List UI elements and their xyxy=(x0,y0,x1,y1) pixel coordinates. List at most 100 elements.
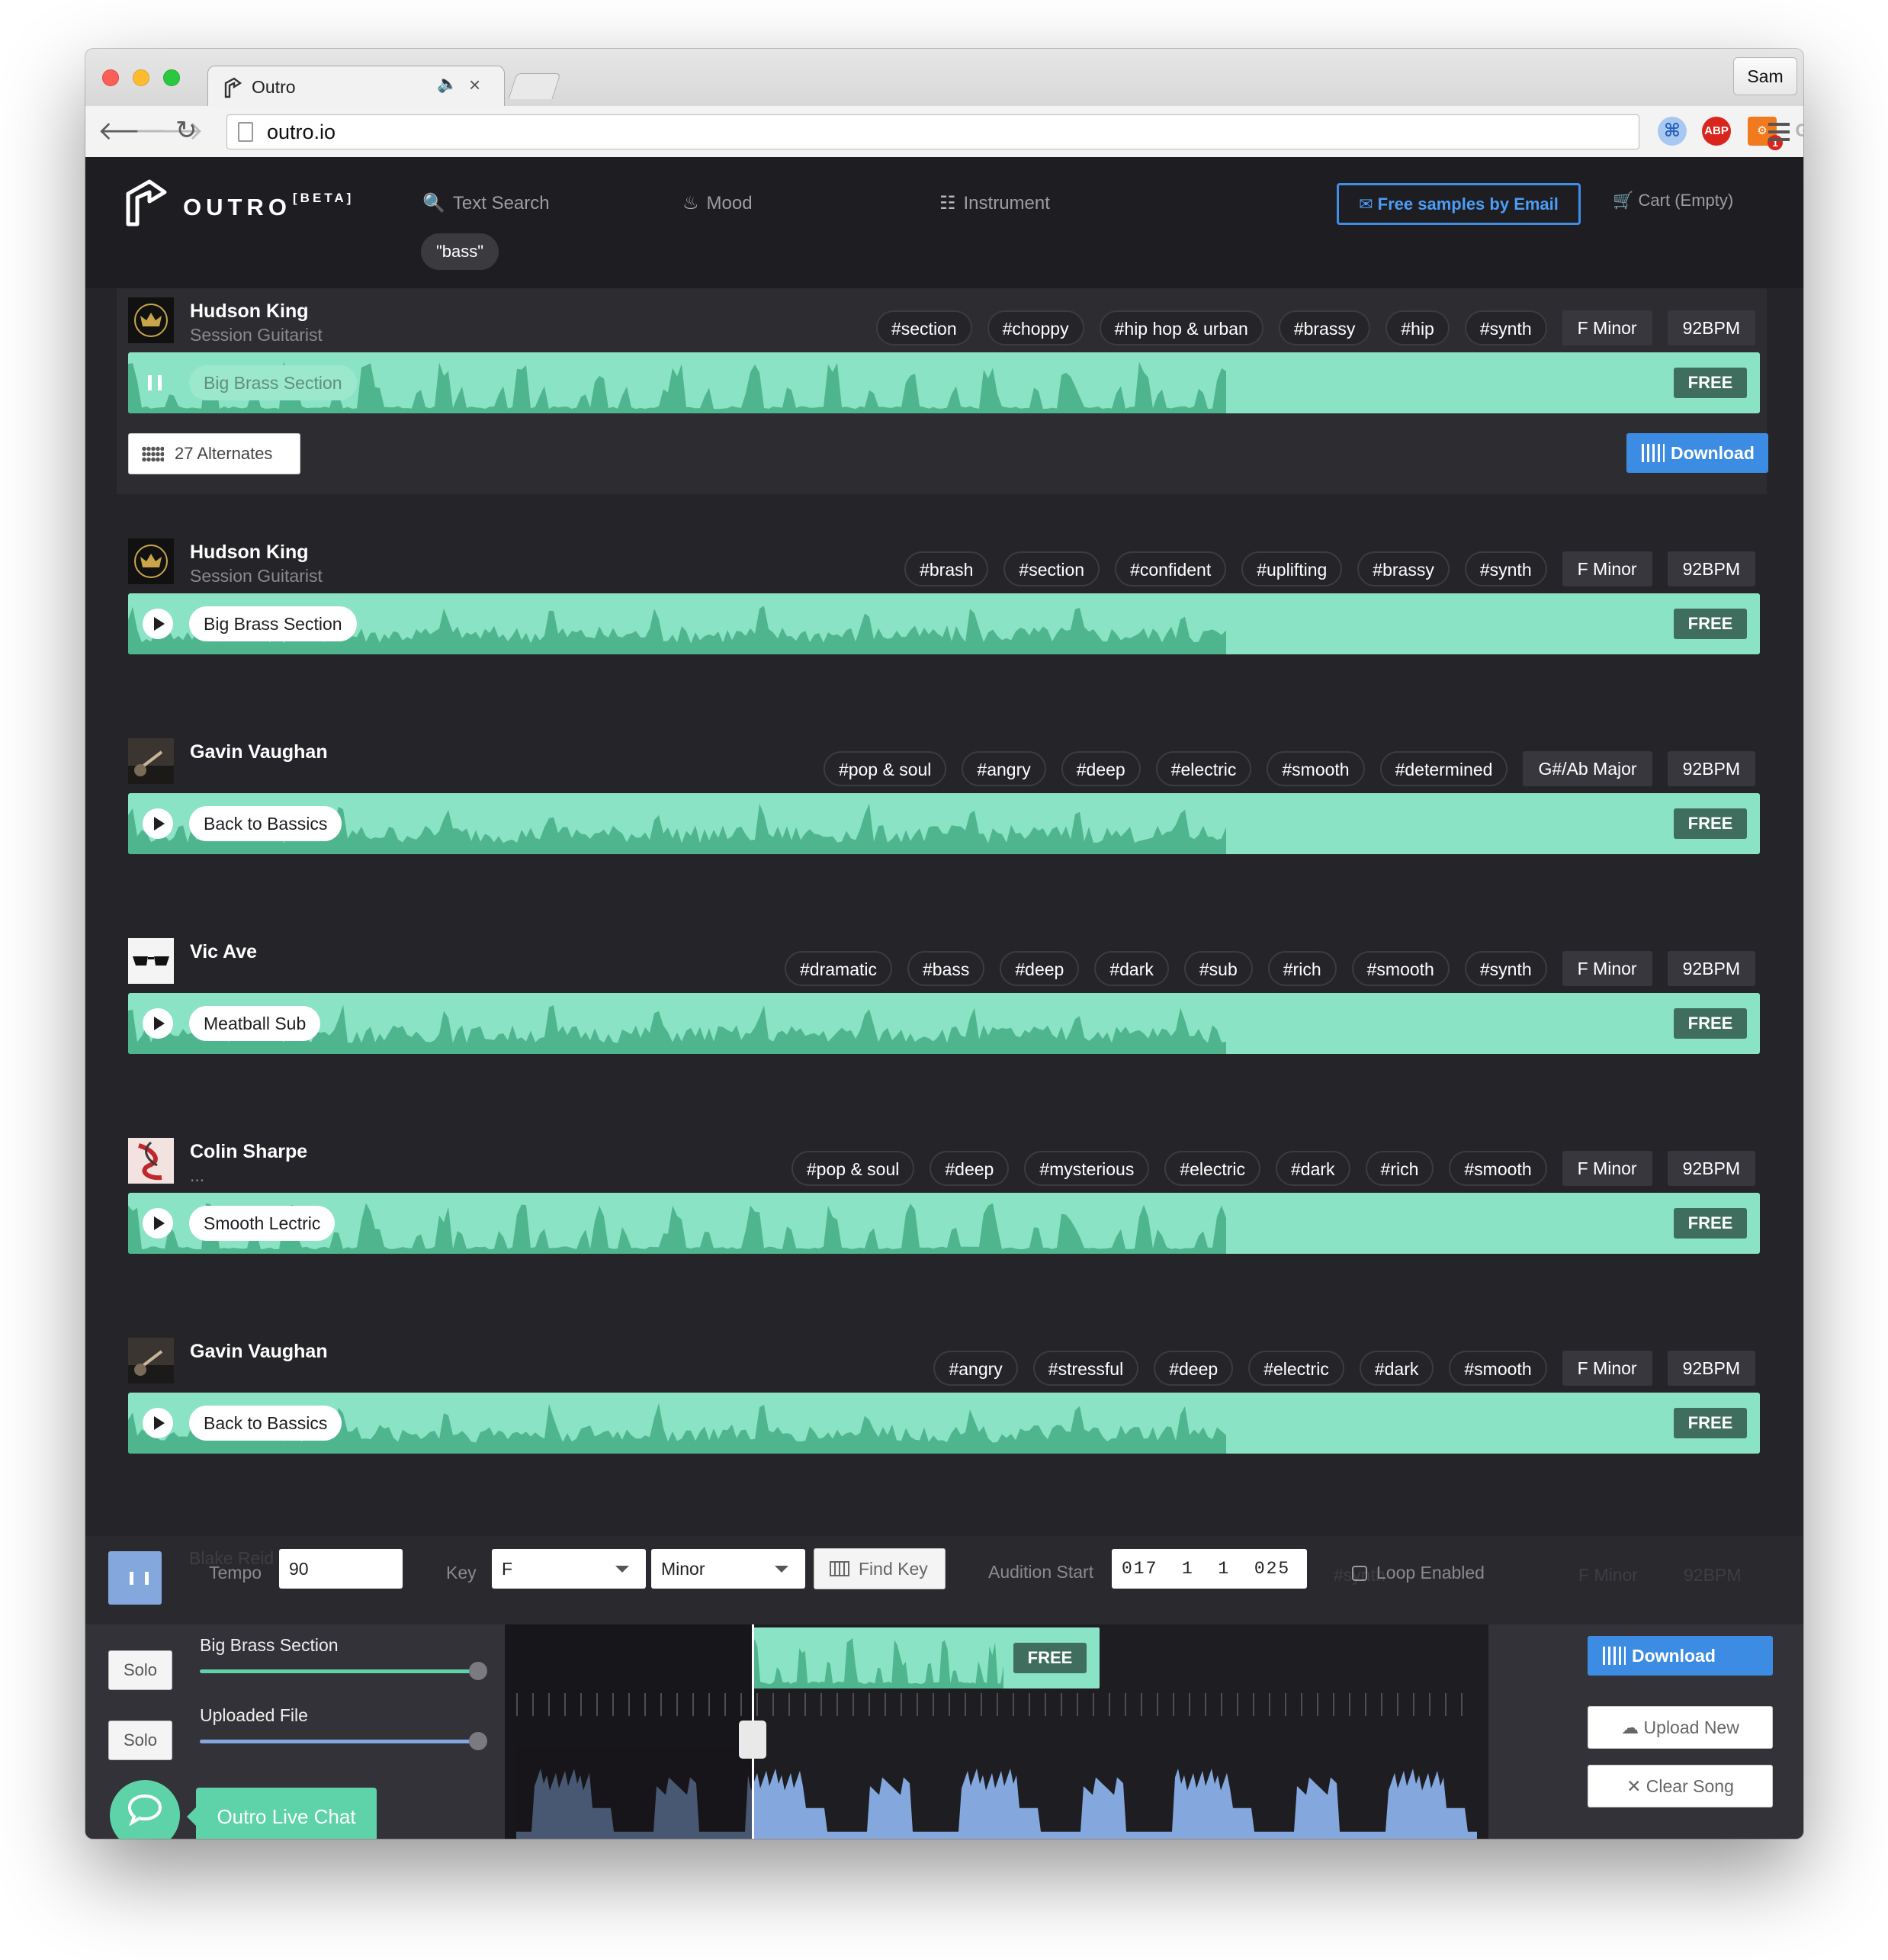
maximize-window-button[interactable] xyxy=(163,69,180,86)
tag-pill[interactable]: #rich xyxy=(1365,1151,1434,1186)
playhead-handle[interactable] xyxy=(739,1721,766,1759)
key-select[interactable]: F xyxy=(492,1549,646,1589)
alternates-button[interactable]: 27 Alternates xyxy=(128,433,300,474)
brass-clip[interactable]: FREE xyxy=(752,1627,1100,1688)
waveform-player[interactable]: Big Brass Section FREE xyxy=(128,352,1760,413)
cart-link[interactable]: 🛒 Cart (Empty) xyxy=(1613,191,1733,210)
find-key-button[interactable]: Find Key xyxy=(814,1548,946,1589)
track-2-volume-knob[interactable] xyxy=(469,1732,487,1750)
loop-checkbox[interactable] xyxy=(1352,1566,1367,1581)
timeline[interactable]: FREE xyxy=(505,1624,1488,1839)
artist-name[interactable]: Hudson King xyxy=(190,300,309,323)
tag-pill[interactable]: #brash xyxy=(904,551,989,586)
waveform-player[interactable]: Meatball Sub FREE xyxy=(128,993,1760,1054)
tag-pill[interactable]: #deep xyxy=(1154,1351,1234,1386)
tag-pill[interactable]: #rich xyxy=(1267,951,1337,986)
artist-avatar[interactable] xyxy=(128,738,174,784)
play-icon[interactable] xyxy=(143,808,173,839)
artist-avatar[interactable] xyxy=(128,938,174,984)
tempo-input[interactable] xyxy=(279,1549,403,1589)
tag-pill[interactable]: #confident xyxy=(1115,551,1227,586)
artist-avatar[interactable] xyxy=(128,297,174,343)
free-badge[interactable]: FREE xyxy=(1674,1408,1747,1438)
artist-name[interactable]: Gavin Vaughan xyxy=(190,1341,328,1363)
tag-pill[interactable]: #hip hop & urban xyxy=(1099,310,1263,345)
tag-pill[interactable]: #dramatic xyxy=(785,951,892,986)
tag-pill[interactable]: #pop & soul xyxy=(823,751,947,786)
tag-pill[interactable]: #choppy xyxy=(987,310,1084,345)
artist-name[interactable]: Colin Sharpe xyxy=(190,1141,307,1163)
search-query-pill[interactable]: "bass" xyxy=(421,233,499,270)
tag-pill[interactable]: #pop & soul xyxy=(791,1151,915,1186)
artist-avatar[interactable] xyxy=(128,1338,174,1383)
tag-pill[interactable]: #deep xyxy=(930,1151,1010,1186)
tag-pill[interactable]: #synth xyxy=(1464,951,1547,986)
free-badge[interactable]: FREE xyxy=(1674,808,1747,839)
upload-new-button[interactable]: ☁ Upload New xyxy=(1588,1706,1773,1749)
play-icon[interactable] xyxy=(143,1008,173,1039)
mode-select[interactable]: Minor xyxy=(651,1549,805,1589)
tag-pill[interactable]: #smooth xyxy=(1351,951,1450,986)
chat-bubble-icon[interactable] xyxy=(110,1780,180,1839)
artist-name[interactable]: Vic Ave xyxy=(190,941,257,963)
play-icon[interactable] xyxy=(143,1208,173,1239)
tag-pill[interactable]: #dark xyxy=(1359,1351,1434,1386)
tag-pill[interactable]: #hip xyxy=(1385,310,1450,345)
new-tab-button[interactable] xyxy=(508,73,561,99)
tag-pill[interactable]: #dark xyxy=(1275,1151,1350,1186)
profile-button[interactable]: Sam xyxy=(1733,57,1797,95)
nav-text-search[interactable]: 🔍 Text Search xyxy=(422,192,550,214)
browser-tab[interactable]: Outro 🔈 × xyxy=(207,66,505,107)
loop-toggle[interactable]: Loop Enabled xyxy=(1352,1563,1485,1583)
tag-pill[interactable]: #bass xyxy=(907,951,985,986)
tag-pill[interactable]: #smooth xyxy=(1267,751,1365,786)
tag-pill[interactable]: #stressful xyxy=(1032,1351,1139,1386)
tag-pill[interactable]: #angry xyxy=(962,751,1046,786)
address-bar[interactable]: outro.io xyxy=(226,114,1639,149)
player-download-button[interactable]: Download xyxy=(1588,1636,1773,1676)
tag-pill[interactable]: #smooth xyxy=(1449,1351,1547,1386)
download-button[interactable]: Download xyxy=(1626,433,1768,473)
close-window-button[interactable] xyxy=(102,69,119,86)
reload-icon[interactable]: ↻ xyxy=(175,115,197,146)
solo-button-track-2[interactable]: Solo xyxy=(108,1721,172,1760)
artist-name[interactable]: Gavin Vaughan xyxy=(190,741,328,763)
tag-pill[interactable]: #synth xyxy=(1464,551,1547,586)
adblock-icon[interactable]: ABP xyxy=(1702,117,1731,146)
artist-avatar[interactable] xyxy=(128,538,174,584)
shortcut-icon[interactable]: ⌘ xyxy=(1658,117,1687,146)
gl-icon[interactable]: GL xyxy=(1793,117,1803,146)
pause-button[interactable] xyxy=(108,1551,162,1605)
waveform-player[interactable]: Big Brass Section FREE xyxy=(128,593,1760,654)
tag-pill[interactable]: #electric xyxy=(1248,1351,1344,1386)
solo-button-track-1[interactable]: Solo xyxy=(108,1650,172,1690)
tag-pill[interactable]: #brassy xyxy=(1357,551,1450,586)
waveform-player[interactable]: Smooth Lectric FREE xyxy=(128,1193,1760,1254)
tag-pill[interactable]: #section xyxy=(875,310,972,345)
tag-pill[interactable]: #electric xyxy=(1164,1151,1260,1186)
outro-logo-icon[interactable] xyxy=(124,178,169,227)
pause-icon[interactable] xyxy=(148,375,162,390)
tag-pill[interactable]: #synth xyxy=(1464,310,1547,345)
live-chat-button[interactable]: Outro Live Chat xyxy=(187,1788,377,1839)
artist-avatar[interactable] xyxy=(128,1138,174,1184)
track-1-volume-slider[interactable] xyxy=(200,1669,482,1673)
nav-mood[interactable]: ♨ Mood xyxy=(682,192,753,214)
tag-pill[interactable]: #uplifting xyxy=(1241,551,1343,586)
tag-pill[interactable]: #smooth xyxy=(1449,1151,1547,1186)
audition-start-input[interactable]: 017 1 1 025 xyxy=(1112,1549,1307,1589)
nav-instrument[interactable]: ☷ Instrument xyxy=(939,192,1050,214)
waveform-player[interactable]: Back to Bassics FREE xyxy=(128,793,1760,854)
tag-pill[interactable]: #section xyxy=(1003,551,1100,586)
tag-pill[interactable]: #deep xyxy=(1061,751,1141,786)
free-badge[interactable]: FREE xyxy=(1674,1008,1747,1039)
tag-pill[interactable]: #sub xyxy=(1183,951,1253,986)
artist-name[interactable]: Hudson King xyxy=(190,541,309,564)
tag-pill[interactable]: #deep xyxy=(1000,951,1080,986)
close-tab-icon[interactable]: × xyxy=(469,73,480,97)
clear-song-button[interactable]: ✕ Clear Song xyxy=(1588,1765,1773,1807)
browser-menu-icon[interactable] xyxy=(1768,123,1790,141)
waveform-player[interactable]: Back to Bassics FREE xyxy=(128,1393,1760,1454)
play-icon[interactable] xyxy=(143,609,173,639)
tag-pill[interactable]: #electric xyxy=(1155,751,1252,786)
